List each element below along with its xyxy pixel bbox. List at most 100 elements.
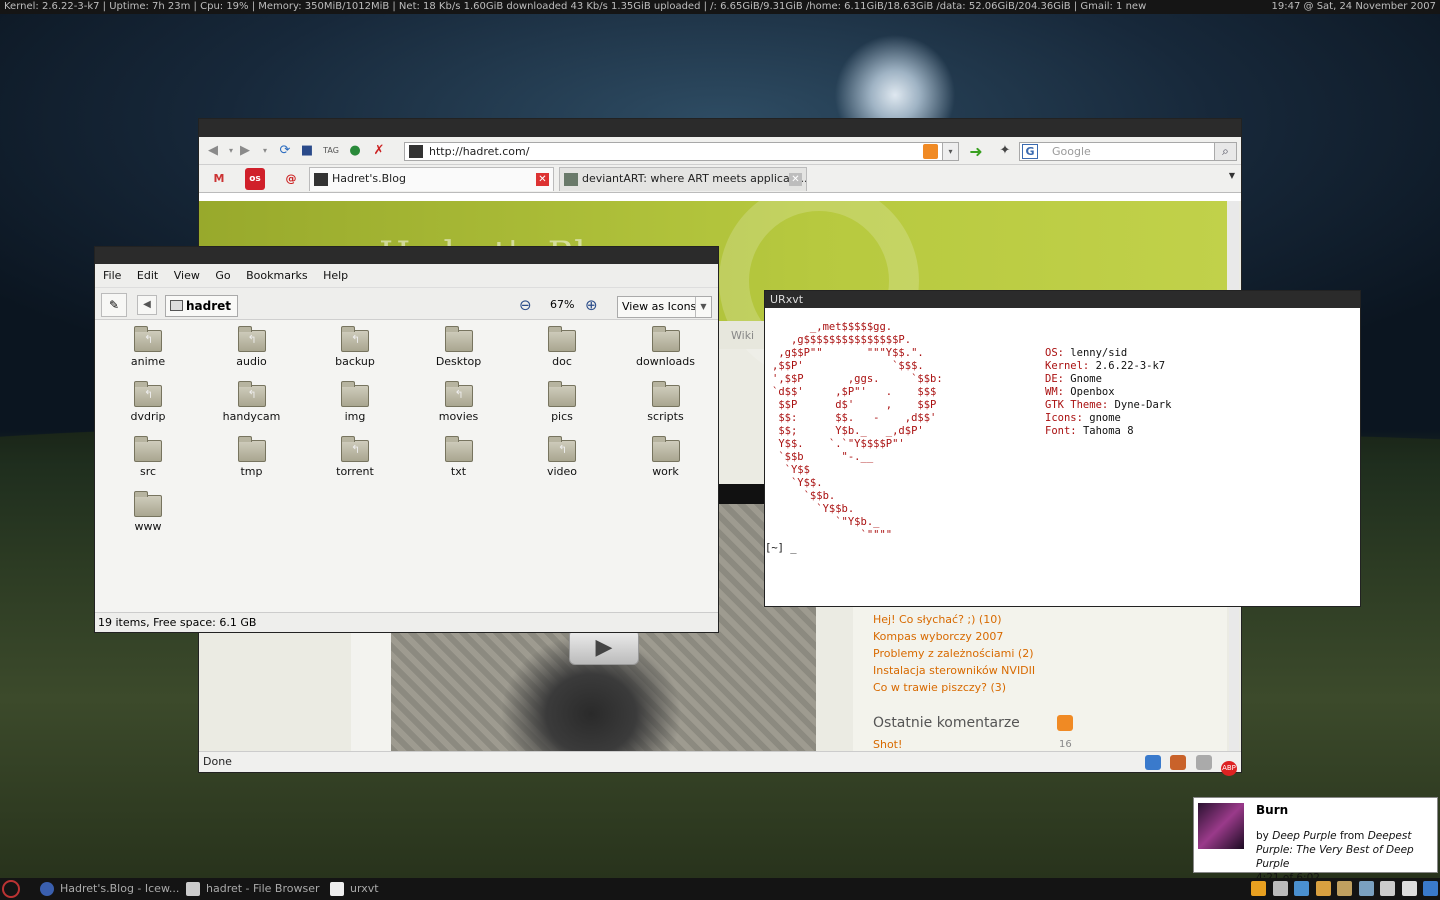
forward-icon[interactable]: ▶ [237, 143, 253, 159]
browser-titlebar[interactable] [199, 119, 1241, 137]
clipboard-tray-icon[interactable] [1401, 881, 1417, 896]
zoom-in-icon[interactable]: ⊕ [585, 296, 598, 314]
file-item-src[interactable]: src [103, 436, 193, 478]
shell-prompt[interactable]: [~] _ [765, 542, 797, 555]
sidebar-post-link[interactable]: Problemy z zależnościami (2) [873, 645, 1035, 662]
menu-go[interactable]: Go [215, 269, 230, 282]
sysinfo-key: DE: [1045, 373, 1064, 385]
gmail-pinned-tab[interactable]: M [203, 168, 235, 190]
greasemonkey-icon[interactable] [1170, 755, 1186, 770]
sysinfo-value: Openbox [1070, 386, 1115, 398]
file-item-doc[interactable]: doc [517, 326, 607, 368]
forward-history-icon[interactable]: ▾ [257, 143, 273, 159]
url-input[interactable]: http://hadret.com/ ▾ [404, 142, 959, 161]
folder-icon [237, 436, 266, 462]
file-item-movies[interactable]: movies [414, 381, 504, 423]
view-mode-label: View as Icons [622, 300, 697, 313]
tag-icon[interactable]: TAG [323, 143, 339, 159]
by-label: by [1256, 830, 1269, 842]
rss-feed-icon[interactable] [923, 144, 938, 159]
menu-bookmarks[interactable]: Bookmarks [246, 269, 307, 282]
lastfm-pinned-tab[interactable]: os [245, 168, 265, 190]
file-item-label: scripts [647, 410, 684, 423]
file-item-img[interactable]: img [310, 381, 400, 423]
adblock-icon[interactable]: ABP [1221, 761, 1237, 776]
sidebar-post-link[interactable]: Hej! Co słychać? ;) (10) [873, 611, 1035, 628]
debian-pinned-tab[interactable]: @ [275, 168, 307, 190]
emoticon-tray-icon[interactable] [1337, 881, 1352, 896]
view-mode-select[interactable]: View as Icons ▼ [617, 296, 712, 318]
delicious-icon[interactable]: ■ [299, 143, 315, 159]
comment-count: 16 [1059, 739, 1072, 750]
path-back-icon[interactable]: ◀ [137, 295, 157, 315]
search-icon[interactable]: ⌕ [1214, 143, 1236, 160]
network-tray-icon[interactable] [1358, 881, 1374, 896]
file-browser-titlebar[interactable] [95, 247, 718, 264]
zoom-out-icon[interactable]: ⊖ [519, 296, 532, 314]
close-tab-icon[interactable]: ✕ [789, 173, 802, 186]
file-item-torrent[interactable]: torrent [310, 436, 400, 478]
file-item-pics[interactable]: pics [517, 381, 607, 423]
pidgin-tray-icon[interactable] [1251, 881, 1266, 896]
comments-rss-icon[interactable] [1057, 715, 1073, 731]
comment-author-link[interactable]: Shot! [873, 738, 902, 751]
task-urxvt[interactable]: urxvt [328, 878, 379, 900]
file-item-tmp[interactable]: tmp [207, 436, 297, 478]
disk-tray-icon[interactable] [1272, 881, 1288, 896]
desktop-tray-icon[interactable] [1423, 881, 1438, 896]
file-item-work[interactable]: work [621, 436, 711, 478]
stumbleupon-icon[interactable]: ● [347, 143, 363, 159]
sidebar-post-link[interactable]: Co w trawie piszczy? (3) [873, 679, 1035, 696]
terminal-titlebar[interactable]: URxvt [765, 291, 1360, 308]
edit-location-icon[interactable]: ✎ [101, 293, 127, 317]
file-item-desktop[interactable]: Desktop [414, 326, 504, 368]
file-item-downloads[interactable]: downloads [621, 326, 711, 368]
reload-icon[interactable]: ⟳ [277, 143, 293, 159]
extension-icon[interactable]: ✦ [997, 143, 1013, 159]
file-item-dvdrip[interactable]: dvdrip [103, 381, 193, 423]
menu-file[interactable]: File [103, 269, 121, 282]
file-item-anime[interactable]: anime [103, 326, 193, 368]
tab-deviantart[interactable]: deviantART: where ART meets applicati...… [559, 167, 807, 191]
close-tab-icon[interactable]: ✕ [536, 173, 549, 186]
sidebar-post-link[interactable]: Instalacja sterowników NVIDII [873, 662, 1035, 679]
droplet-tray-icon[interactable] [1294, 881, 1309, 896]
file-item-www[interactable]: www [103, 491, 193, 533]
task-file-browser[interactable]: hadret - File Browser [184, 878, 320, 900]
play-button[interactable]: ▶ [569, 629, 639, 665]
path-button-hadret[interactable]: hadret [165, 295, 239, 317]
menu-view[interactable]: View [174, 269, 200, 282]
tab-list-dropdown-icon[interactable]: ▼ [1229, 171, 1235, 180]
network-icon[interactable] [1144, 755, 1161, 770]
file-item-scripts[interactable]: scripts [621, 381, 711, 423]
task-label: urxvt [350, 882, 379, 895]
file-item-txt[interactable]: txt [414, 436, 504, 478]
debian-menu-icon[interactable] [2, 880, 20, 898]
zoom-level[interactable]: 67% [550, 298, 574, 311]
now-playing-notification[interactable]: Burn by Deep Purple from Deepest Purple:… [1193, 797, 1438, 884]
back-icon[interactable]: ◀ [205, 143, 221, 159]
window-icon[interactable] [1195, 755, 1212, 770]
menu-help[interactable]: Help [323, 269, 348, 282]
nav-link-wiki[interactable]: Wiki [731, 329, 754, 342]
lamp-tray-icon[interactable] [1315, 881, 1331, 896]
file-item-handycam[interactable]: handycam [207, 381, 297, 423]
debian-ascii-logo: _,met$$$$$gg. ,g$$$$$$$$$$$$$$$P. ,g$$P"… [772, 321, 943, 541]
go-arrow-icon[interactable]: ➜ [965, 142, 987, 161]
url-dropdown-icon[interactable]: ▾ [942, 143, 958, 160]
menu-edit[interactable]: Edit [137, 269, 158, 282]
tab-hadrets-blog[interactable]: Hadret's.Blog ✕ [309, 167, 554, 191]
file-item-video[interactable]: video [517, 436, 607, 478]
terminal-window[interactable]: URxvt _,met$$$$$gg. ,g$$$$$$$$$$$$$$$P. … [764, 290, 1361, 607]
file-item-audio[interactable]: audio [207, 326, 297, 368]
google-engine-icon[interactable]: G [1022, 144, 1038, 159]
file-item-label: img [344, 410, 366, 423]
task-browser[interactable]: Hadret's.Blog - Icew... [38, 878, 179, 900]
file-item-backup[interactable]: backup [310, 326, 400, 368]
search-input[interactable]: G Google ⌕ [1019, 142, 1237, 161]
sidebar-post-link[interactable]: Kompas wyborczy 2007 [873, 628, 1035, 645]
status-text: Done [203, 755, 232, 768]
tab-bar: M os @ Hadret's.Blog ✕ deviantART: where… [199, 165, 1241, 193]
volume-tray-icon[interactable] [1380, 881, 1395, 896]
tools-icon[interactable]: ✗ [371, 143, 387, 159]
